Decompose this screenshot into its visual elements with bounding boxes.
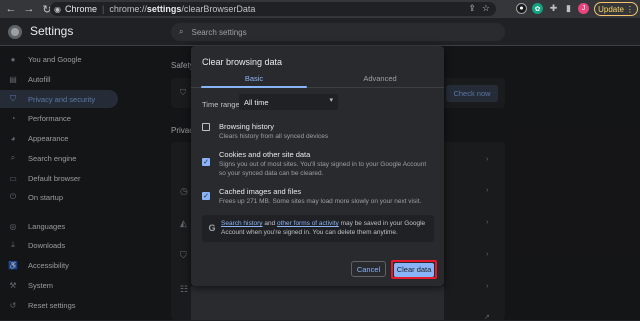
option-browsing-history[interactable]: Browsing history Clears history from all…: [202, 122, 434, 146]
url-rest: /clearBrowserData: [181, 4, 256, 14]
dialog-title: Clear browsing data: [202, 57, 283, 67]
cookies-checkbox[interactable]: ✓: [202, 158, 210, 166]
address-separator: |: [102, 4, 105, 14]
option-title: Cookies and other site data: [219, 150, 311, 159]
browser-toolbar: ← → ↻ ◉ Chrome | chrome://settings/clear…: [0, 0, 640, 18]
extensions-puzzle-icon[interactable]: ✚: [548, 3, 559, 14]
google-activity-info: G Search history and other forms of acti…: [202, 215, 434, 242]
update-button[interactable]: Update ⋮: [594, 2, 638, 16]
profile-avatar[interactable]: J: [578, 3, 589, 14]
option-title: Browsing history: [219, 122, 275, 131]
active-tab-indicator: [201, 86, 307, 88]
google-g-icon: G: [208, 223, 216, 233]
extension-icon[interactable]: ●: [516, 3, 527, 14]
time-range-label: Time range: [202, 100, 240, 109]
side-panel-icon[interactable]: ▮: [563, 3, 574, 14]
option-title: Cached images and files: [219, 187, 302, 196]
browsing-history-checkbox[interactable]: [202, 123, 210, 131]
cancel-button[interactable]: Cancel: [351, 261, 386, 277]
update-label: Update: [598, 4, 624, 14]
chrome-site-icon: ◉: [54, 4, 61, 14]
url-prefix: chrome://: [109, 4, 147, 14]
option-description: Frees up 271 MB. Some sites may load mor…: [219, 198, 422, 205]
info-text: Search history and other forms of activi…: [221, 219, 431, 237]
tab-advanced[interactable]: Advanced: [317, 74, 443, 83]
extension-green-icon[interactable]: ✿: [532, 3, 543, 14]
forward-icon[interactable]: →: [22, 2, 36, 16]
option-description: Clears history from all synced devices: [219, 133, 329, 140]
more-vert-icon: ⋮: [625, 4, 634, 14]
time-range-select[interactable]: All time ▾: [239, 94, 338, 110]
share-icon[interactable]: ⇪: [468, 3, 476, 14]
clear-browsing-data-dialog: Clear browsing data Basic Advanced Time …: [191, 46, 444, 286]
clear-data-highlight: Clear data: [391, 260, 437, 279]
option-cached-images[interactable]: ✓ Cached images and files Frees up 271 M…: [202, 187, 434, 209]
site-name: Chrome: [64, 4, 97, 14]
address-bar[interactable]: ◉ Chrome | chrome://settings/clearBrowse…: [50, 2, 496, 16]
option-description: Signs you out of most sites. You'll stay…: [219, 161, 427, 177]
search-input[interactable]: ⌕ Search settings: [171, 23, 505, 41]
search-history-link[interactable]: Search history: [221, 220, 263, 227]
back-icon[interactable]: ←: [4, 2, 18, 16]
other-activity-link[interactable]: other forms of activity: [277, 220, 339, 227]
page-title: Settings: [30, 24, 74, 38]
chrome-logo-icon: [8, 25, 22, 39]
time-range-value: All time: [244, 97, 269, 107]
search-icon: ⌕: [179, 27, 184, 36]
tab-basic[interactable]: Basic: [191, 74, 317, 83]
clear-data-button[interactable]: Clear data: [394, 262, 434, 277]
info-and: and: [262, 220, 278, 227]
url-bold: settings: [146, 4, 182, 14]
chevron-down-icon: ▾: [329, 97, 333, 104]
cached-images-checkbox[interactable]: ✓: [202, 192, 210, 200]
search-placeholder: Search settings: [191, 27, 247, 37]
option-cookies[interactable]: ✓ Cookies and other site data Signs you …: [202, 150, 434, 184]
dialog-shadow-area: [191, 286, 444, 320]
bookmark-star-icon[interactable]: ☆: [482, 3, 490, 14]
dialog-tabs: Basic Advanced: [191, 70, 444, 88]
